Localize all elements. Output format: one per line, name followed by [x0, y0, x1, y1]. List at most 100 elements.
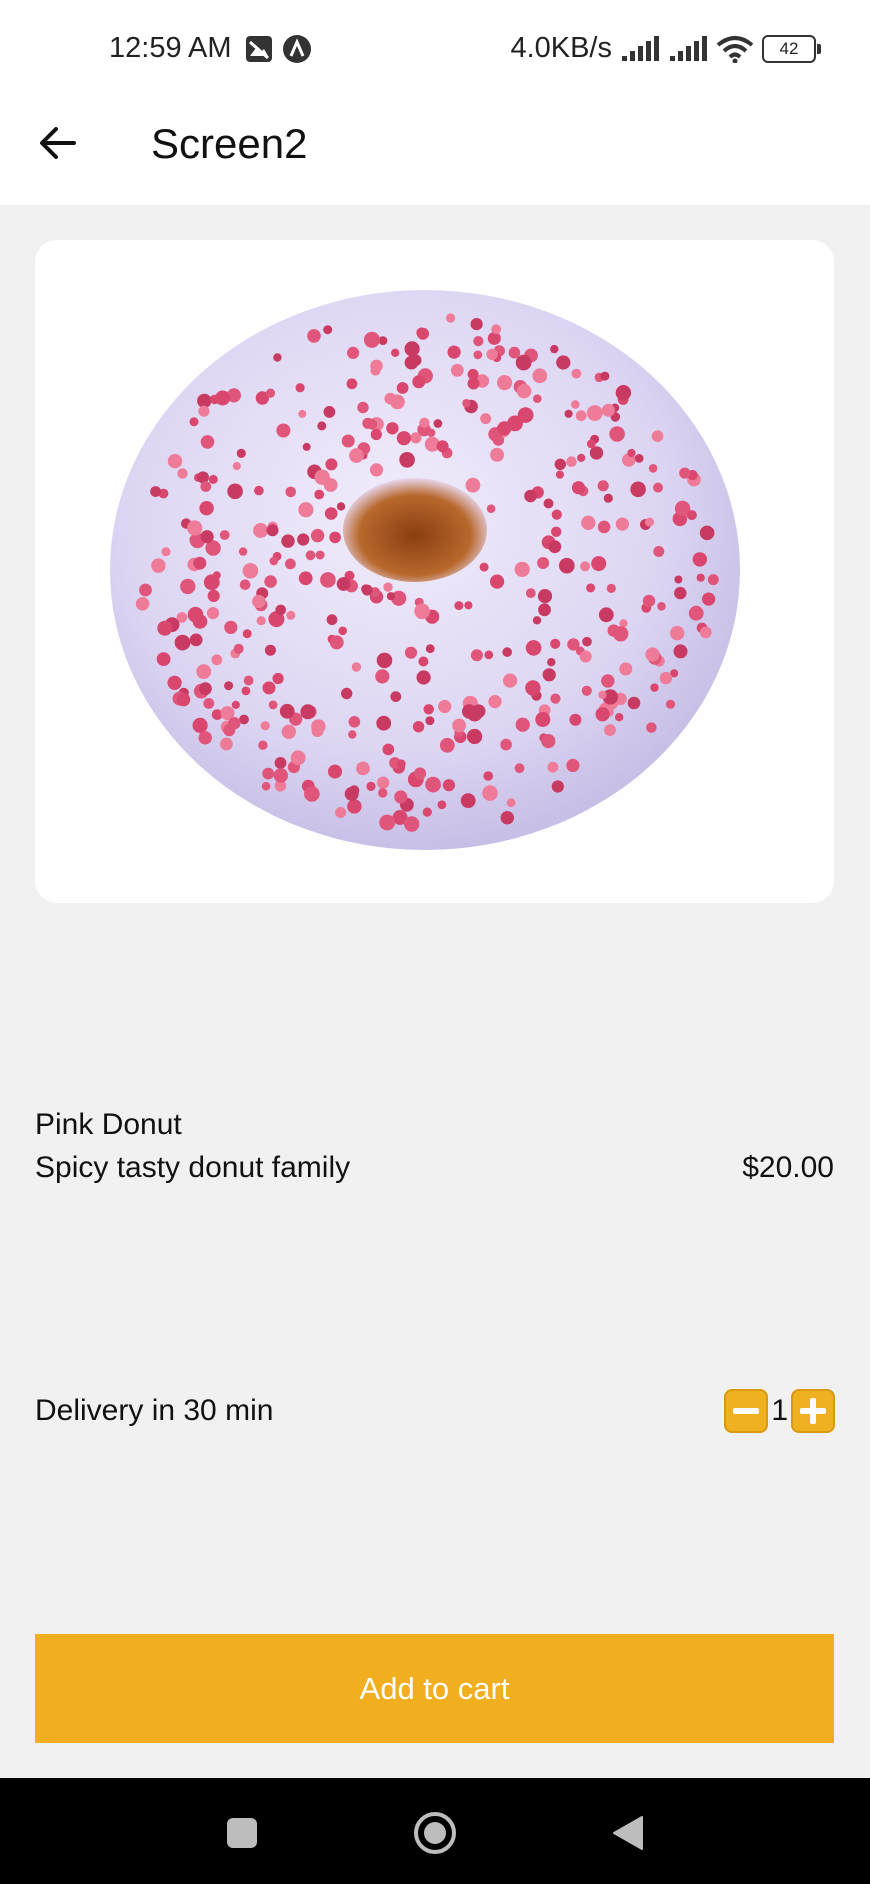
sprinkle — [311, 719, 326, 734]
sprinkle — [243, 675, 254, 686]
sprinkle — [416, 670, 431, 685]
sprinkle — [575, 410, 587, 422]
sprinkle — [156, 652, 171, 666]
sprinkle — [480, 413, 492, 425]
sprinkle — [446, 313, 456, 323]
sprinkle — [264, 575, 277, 588]
sprinkle — [357, 401, 369, 414]
sprinkle — [699, 626, 712, 639]
sprinkle — [533, 394, 542, 403]
sprinkle — [467, 728, 483, 745]
sprinkle — [273, 353, 282, 362]
sprinkle — [329, 635, 344, 650]
increase-quantity-button[interactable] — [791, 1389, 835, 1433]
sprinkle — [391, 348, 400, 357]
sprinkle — [285, 486, 296, 498]
sprinkle — [460, 793, 476, 808]
status-time: 12:59 AM — [109, 32, 232, 64]
sprinkle — [514, 763, 525, 774]
sprinkle — [223, 724, 236, 737]
sprinkle — [199, 501, 214, 516]
sprinkle — [139, 583, 152, 597]
sprinkle — [651, 430, 664, 442]
sprinkle — [370, 428, 382, 441]
sprinkle — [551, 526, 562, 537]
screen: 12:59 AM 4.0KB/s 42 Screen2 Pink Donut S… — [0, 0, 870, 1884]
sprinkle — [692, 552, 707, 567]
sprinkle — [399, 452, 415, 468]
home-button[interactable] — [410, 1808, 460, 1858]
sprinkle — [348, 730, 357, 739]
sprinkle — [176, 692, 191, 707]
sprinkle — [454, 601, 464, 611]
sprinkle — [436, 440, 449, 453]
sprinkle — [269, 556, 279, 566]
sprinkle — [566, 456, 577, 467]
sprinkle — [203, 574, 220, 591]
sprinkle — [615, 517, 630, 531]
sprinkle — [645, 517, 654, 527]
app-bar: Screen2 — [0, 100, 870, 205]
sprinkle — [390, 691, 402, 702]
sprinkle — [679, 467, 691, 479]
battery-level: 42 — [779, 38, 799, 58]
sprinkle — [473, 350, 483, 360]
back-button[interactable] — [30, 115, 86, 171]
sprinkle — [224, 681, 234, 691]
sprinkle — [285, 558, 296, 570]
recents-square-icon — [227, 1818, 257, 1848]
nav-back-button[interactable] — [603, 1808, 653, 1858]
page-title: Screen2 — [151, 120, 308, 167]
sprinkle — [670, 626, 685, 641]
sprinkle — [586, 405, 603, 421]
sprinkle — [627, 696, 641, 710]
sprinkle — [174, 634, 191, 651]
network-speed: 4.0KB/s — [510, 32, 612, 64]
sprinkle — [346, 378, 358, 390]
sprinkle — [351, 662, 362, 672]
sprinkle — [537, 557, 550, 569]
sprinkle — [272, 672, 284, 685]
sprinkle — [239, 714, 249, 725]
sprinkle — [524, 489, 537, 503]
sprinkle — [268, 700, 278, 710]
sprinkle — [394, 790, 408, 804]
sprinkle — [378, 788, 388, 798]
arrow-left-icon — [40, 127, 76, 159]
sprinkle — [196, 664, 212, 679]
decrease-quantity-button[interactable] — [724, 1389, 769, 1433]
sprinkle — [290, 750, 306, 766]
sprinkle — [208, 474, 218, 484]
sprinkle — [627, 448, 636, 458]
recents-button[interactable] — [217, 1808, 267, 1858]
sprinkle — [462, 704, 477, 719]
product-description: Spicy tasty donut family — [35, 1151, 351, 1184]
sprinkle — [653, 546, 665, 557]
home-circle-icon — [414, 1812, 456, 1854]
add-to-cart-button[interactable]: Add to cart — [35, 1634, 834, 1743]
sprinkle — [581, 515, 596, 530]
sprinkle — [579, 650, 592, 663]
sprinkle — [566, 758, 580, 773]
sprinkle — [598, 690, 607, 699]
sprinkle — [484, 650, 494, 660]
sprinkle — [361, 584, 371, 594]
sprinkle — [232, 462, 241, 471]
sprinkle — [465, 477, 481, 493]
sprinkle — [161, 547, 171, 557]
sprinkle — [298, 409, 307, 418]
sprinkle — [555, 470, 565, 479]
sprinkle — [497, 421, 512, 436]
status-right: 4.0KB/s 42 — [510, 32, 821, 65]
sprinkle — [329, 531, 341, 544]
sprinkle — [600, 371, 610, 381]
minus-icon — [733, 1408, 760, 1414]
sprinkle — [189, 535, 198, 544]
sprinkle — [541, 734, 556, 749]
sprinkle — [586, 583, 596, 593]
sprinkle — [198, 731, 212, 745]
sprinkle — [601, 403, 615, 417]
sprinkle — [297, 533, 310, 546]
sprinkle — [564, 409, 573, 418]
sprinkle — [686, 510, 697, 521]
